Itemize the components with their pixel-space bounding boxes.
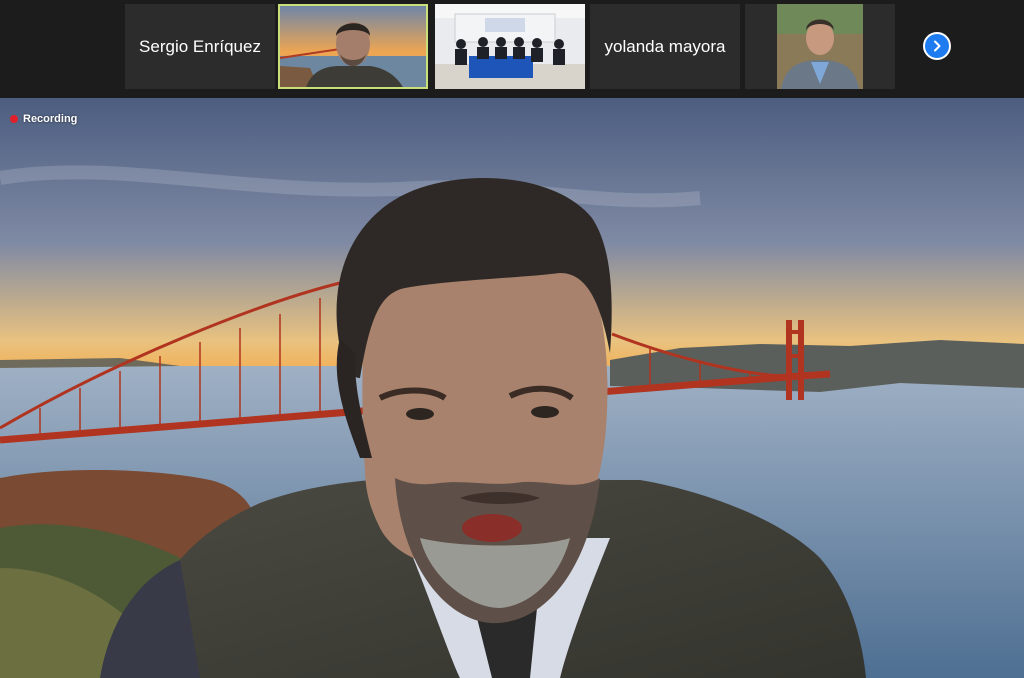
participant-tile-yolanda[interactable]: yolanda mayora bbox=[590, 4, 740, 89]
speaker-thumbnail bbox=[280, 6, 426, 87]
speaker-video-frame bbox=[0, 98, 1024, 678]
participant-tile-official[interactable] bbox=[745, 4, 895, 89]
participant-name: yolanda mayora bbox=[604, 36, 726, 56]
room-thumbnail bbox=[435, 4, 585, 89]
participant-name: Sergio Enríquez bbox=[139, 36, 261, 56]
chevron-right-icon bbox=[934, 40, 941, 52]
participant-tile-active-speaker[interactable] bbox=[278, 4, 428, 89]
active-speaker-video bbox=[0, 98, 1024, 678]
participant-tile-sergio[interactable]: Sergio Enríquez bbox=[125, 4, 275, 89]
recording-label: Recording bbox=[23, 113, 78, 125]
official-thumbnail bbox=[745, 4, 895, 89]
participant-tile-room[interactable] bbox=[435, 4, 585, 89]
recording-dot-icon bbox=[10, 115, 18, 123]
participant-strip: Sergio Enríquez yolanda mayora bbox=[0, 0, 1024, 98]
recording-indicator: Recording bbox=[10, 113, 77, 125]
next-page-button[interactable] bbox=[923, 32, 951, 60]
